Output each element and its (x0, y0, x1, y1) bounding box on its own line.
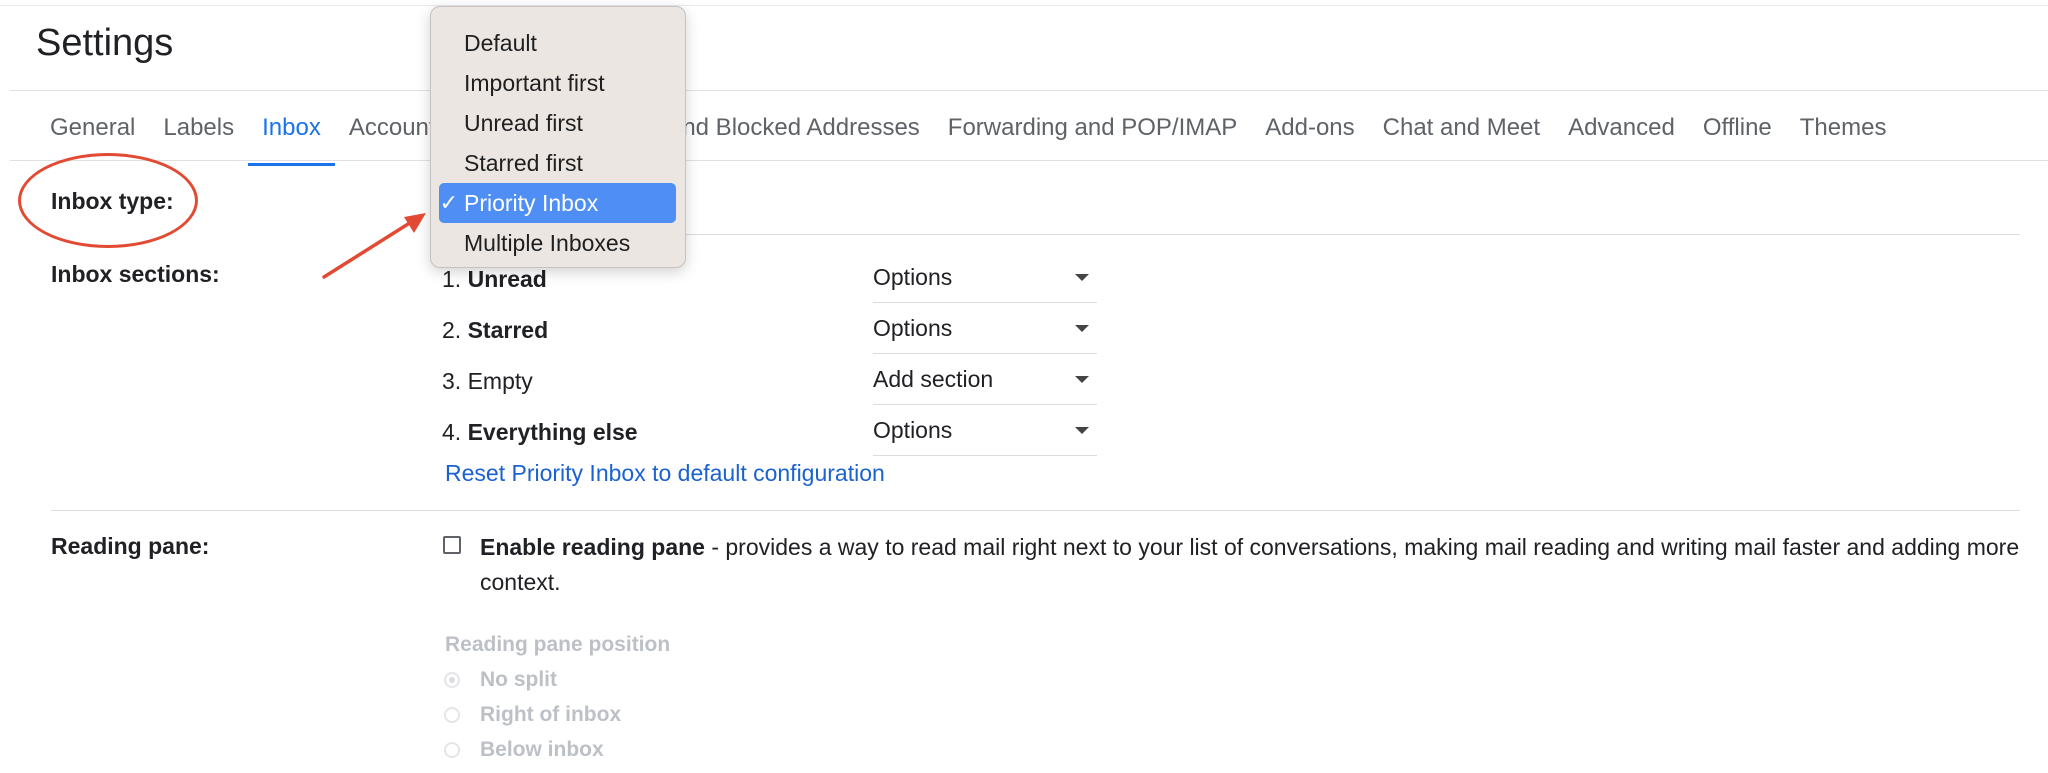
caret-down-icon (1075, 325, 1089, 332)
tab-forwarding-and-pop-imap[interactable]: Forwarding and POP/IMAP (934, 108, 1251, 160)
section-number: 2. (442, 317, 462, 343)
right-of-inbox-radio[interactable] (444, 707, 460, 723)
checkmark-icon: ✓ (439, 190, 458, 215)
section-number: 4. (442, 419, 462, 445)
section-number: 1. (442, 266, 462, 292)
caret-down-icon (1075, 274, 1089, 281)
inbox-type-menu: Default Important first Unread first Sta… (430, 6, 686, 268)
inbox-section-row: 2. Starred (442, 317, 548, 344)
enable-reading-pane-desc: - provides a way to read mail right next… (480, 534, 2020, 595)
right-of-inbox-label: Right of inbox (480, 703, 622, 726)
tab-general[interactable]: General (36, 108, 149, 160)
menu-item-priority-inbox[interactable]: ✓ Priority Inbox (439, 183, 676, 223)
menu-item-starred-first[interactable]: Starred first (439, 143, 676, 183)
inbox-section-row: 1. Unread (442, 266, 547, 293)
menu-item-important-first[interactable]: Important first (439, 63, 676, 103)
reading-pane-label: Reading pane: (51, 533, 210, 559)
no-split-radio[interactable] (444, 672, 460, 688)
section-divider (51, 510, 2020, 511)
annotation-arrow-icon (322, 213, 426, 279)
caret-down-icon (1075, 427, 1089, 434)
caret-down-icon (1075, 376, 1089, 383)
section-name: Starred (467, 317, 549, 343)
enable-reading-pane-checkbox[interactable] (443, 536, 461, 554)
top-border (0, 5, 2048, 6)
inbox-section-row: 4. Everything else (442, 419, 638, 446)
section-name: Empty (467, 368, 533, 394)
inbox-sections-label: Inbox sections: (51, 261, 220, 287)
title-divider (10, 90, 2048, 91)
tab-inbox[interactable]: Inbox (248, 108, 335, 166)
section-options-dropdown[interactable]: Options (873, 253, 1097, 303)
no-split-label: No split (480, 668, 557, 691)
tab-chat-and-meet[interactable]: Chat and Meet (1369, 108, 1554, 160)
tab-labels[interactable]: Labels (149, 108, 248, 160)
dropdown-value: Options (873, 315, 953, 341)
reading-pane-description: Enable reading pane - provides a way to … (480, 530, 2020, 600)
enable-reading-pane-label: Enable reading pane (480, 534, 705, 560)
section-name: Everything else (467, 419, 638, 445)
tab-themes[interactable]: Themes (1786, 108, 1901, 160)
below-inbox-radio[interactable] (444, 742, 460, 758)
inbox-section-row: 3. Empty (442, 368, 533, 395)
section-name: Unread (467, 266, 547, 292)
dropdown-value: Options (873, 264, 953, 290)
section-options-dropdown[interactable]: Options (873, 406, 1097, 456)
menu-item-default[interactable]: Default (439, 23, 676, 63)
dropdown-value: Options (873, 417, 953, 443)
tabs-divider (10, 160, 2048, 161)
tab-add-ons[interactable]: Add-ons (1251, 108, 1368, 160)
menu-item-multiple-inboxes[interactable]: Multiple Inboxes (439, 223, 676, 263)
section-options-dropdown[interactable]: Options (873, 304, 1097, 354)
below-inbox-label: Below inbox (480, 738, 604, 761)
tab-advanced[interactable]: Advanced (1554, 108, 1689, 160)
section-number: 3. (442, 368, 462, 394)
settings-tabs: General Labels Inbox Accounts and Import… (36, 108, 1901, 166)
page-title: Settings (36, 22, 174, 64)
annotation-circle (18, 153, 198, 248)
tab-offline[interactable]: Offline (1689, 108, 1786, 160)
reset-priority-inbox-link[interactable]: Reset Priority Inbox to default configur… (445, 460, 885, 487)
menu-item-unread-first[interactable]: Unread first (439, 103, 676, 143)
dropdown-value: Add section (873, 366, 994, 392)
add-section-dropdown[interactable]: Add section (873, 355, 1097, 405)
reading-pane-position-label: Reading pane position (445, 633, 671, 656)
